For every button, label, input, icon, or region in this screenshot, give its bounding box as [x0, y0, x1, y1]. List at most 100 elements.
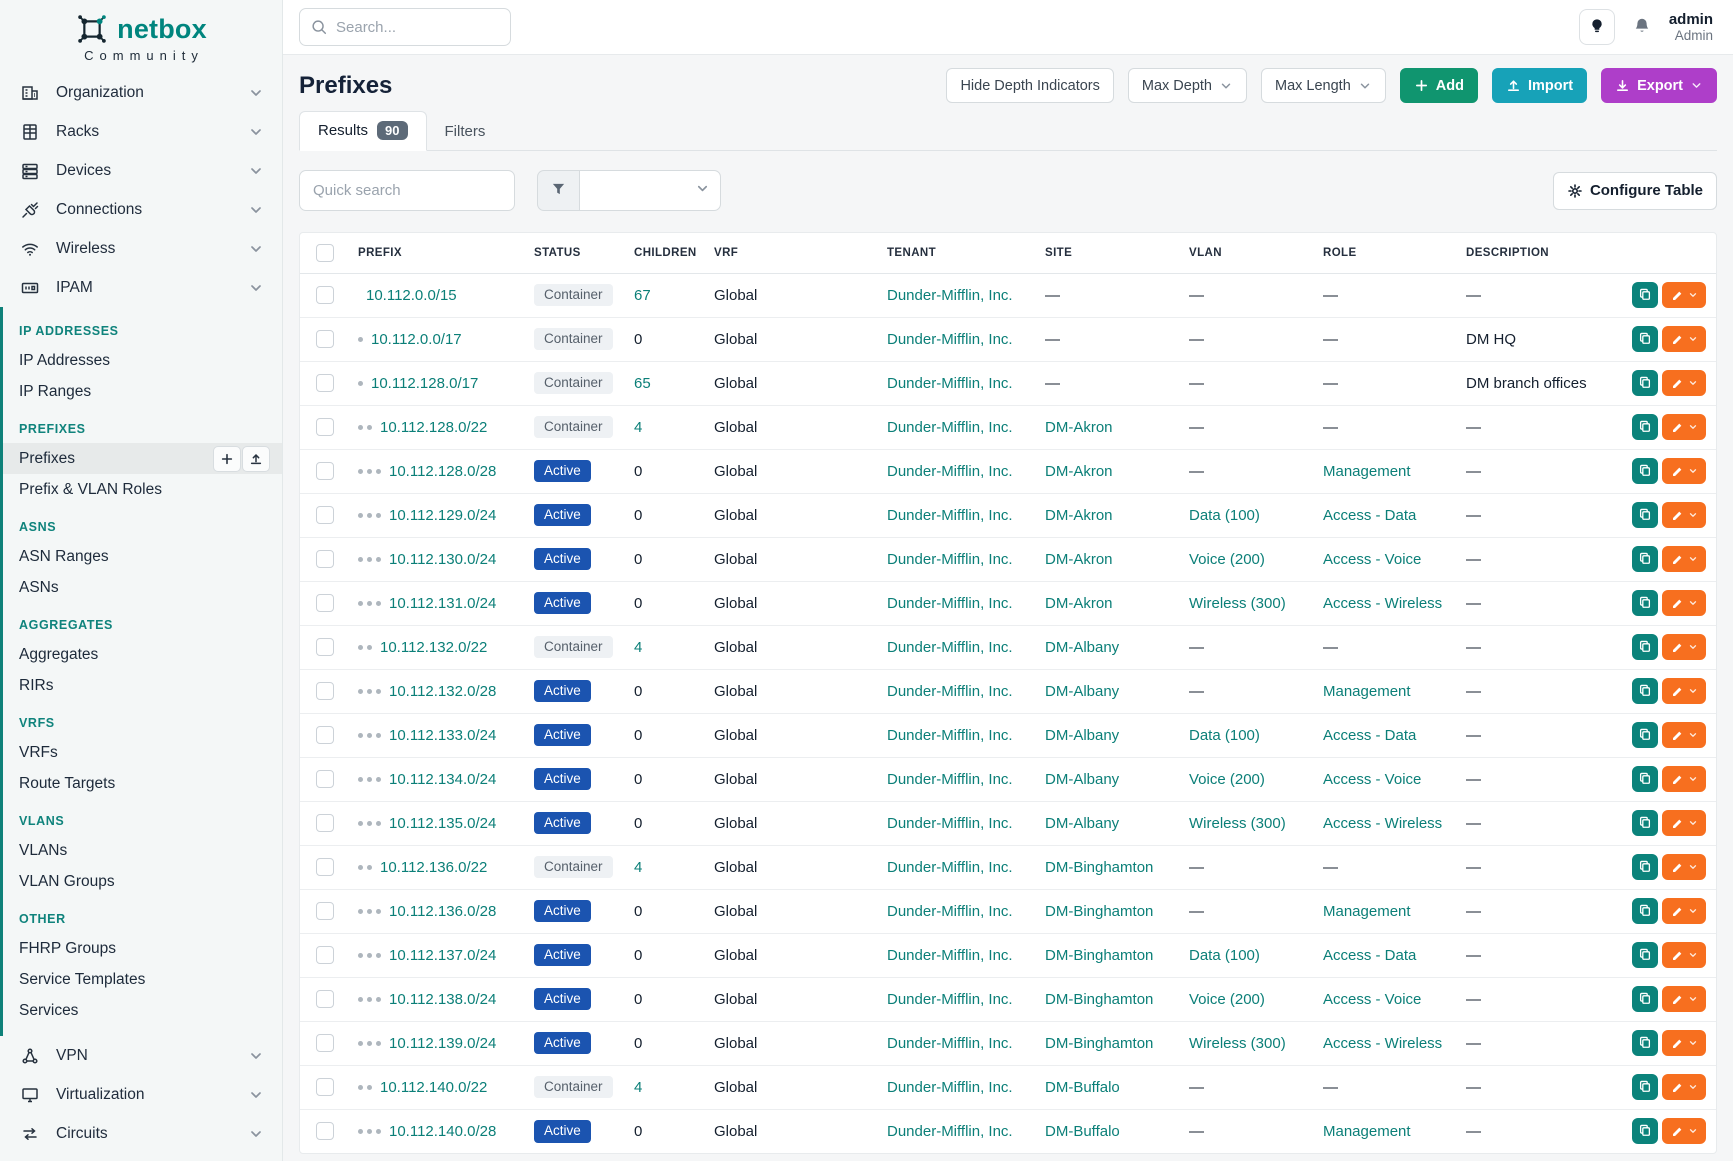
row-checkbox[interactable] — [316, 1034, 334, 1052]
vlan-value[interactable]: — — [1189, 1123, 1204, 1140]
children-count[interactable]: 65 — [634, 375, 651, 392]
vlan-value[interactable]: — — [1189, 859, 1204, 876]
prefix-link[interactable]: 10.112.140.0/22 — [380, 1079, 487, 1096]
site-value[interactable]: DM-Buffalo — [1045, 1079, 1120, 1096]
edit-button[interactable] — [1662, 370, 1706, 396]
tenant-link[interactable]: Dunder-Mifflin, Inc. — [887, 947, 1013, 964]
export-button[interactable]: Export — [1601, 68, 1717, 103]
prefix-link[interactable]: 10.112.136.0/22 — [380, 859, 487, 876]
prefix-link[interactable]: 10.112.132.0/28 — [389, 683, 496, 700]
sidebar-sub-item[interactable]: Services — [3, 995, 282, 1026]
sidebar-sub-item[interactable]: ASN Ranges — [3, 541, 282, 572]
col-site[interactable]: SITE — [1045, 233, 1189, 273]
row-checkbox[interactable] — [316, 594, 334, 612]
site-value[interactable]: DM-Binghamton — [1045, 859, 1153, 876]
tenant-link[interactable]: Dunder-Mifflin, Inc. — [887, 1123, 1013, 1140]
row-checkbox[interactable] — [316, 638, 334, 656]
prefix-link[interactable]: 10.112.0.0/15 — [366, 287, 457, 304]
tenant-link[interactable]: Dunder-Mifflin, Inc. — [887, 507, 1013, 524]
site-value[interactable]: DM-Binghamton — [1045, 947, 1153, 964]
import-quick-button[interactable] — [242, 446, 270, 472]
clone-button[interactable] — [1632, 1030, 1658, 1056]
select-all-checkbox[interactable] — [316, 244, 334, 262]
sidebar-sub-item[interactable]: VLANs — [3, 835, 282, 866]
row-checkbox[interactable] — [316, 506, 334, 524]
site-value[interactable]: DM-Albany — [1045, 683, 1119, 700]
row-checkbox[interactable] — [316, 990, 334, 1008]
sidebar-sub-item[interactable]: VLAN Groups — [3, 866, 282, 897]
clone-button[interactable] — [1632, 1118, 1658, 1144]
vlan-value[interactable]: — — [1189, 1079, 1204, 1096]
role-value[interactable]: Management — [1323, 1123, 1411, 1140]
children-count[interactable]: 0 — [634, 551, 642, 568]
clone-button[interactable] — [1632, 546, 1658, 572]
vlan-value[interactable]: Data (100) — [1189, 507, 1260, 524]
col-vlan[interactable]: VLAN — [1189, 233, 1323, 273]
role-value[interactable]: — — [1323, 859, 1338, 876]
vlan-value[interactable]: Voice (200) — [1189, 551, 1265, 568]
tenant-link[interactable]: Dunder-Mifflin, Inc. — [887, 771, 1013, 788]
edit-button[interactable] — [1662, 722, 1706, 748]
brand-logo[interactable]: netbox Community — [0, 0, 282, 73]
clone-button[interactable] — [1632, 1074, 1658, 1100]
vlan-value[interactable]: — — [1189, 287, 1204, 304]
edit-button[interactable] — [1662, 414, 1706, 440]
role-value[interactable]: Access - Voice — [1323, 991, 1421, 1008]
edit-button[interactable] — [1662, 1030, 1706, 1056]
prefix-link[interactable]: 10.112.129.0/24 — [389, 507, 496, 524]
row-checkbox[interactable] — [316, 1078, 334, 1096]
site-value[interactable]: DM-Akron — [1045, 419, 1113, 436]
clone-button[interactable] — [1632, 282, 1658, 308]
children-count[interactable]: 0 — [634, 463, 642, 480]
col-tenant[interactable]: TENANT — [887, 233, 1045, 273]
prefix-link[interactable]: 10.112.131.0/24 — [389, 595, 496, 612]
quick-search-input[interactable] — [299, 170, 515, 211]
prefix-link[interactable]: 10.112.0.0/17 — [371, 331, 462, 348]
tenant-link[interactable]: Dunder-Mifflin, Inc. — [887, 551, 1013, 568]
vlan-value[interactable]: Wireless (300) — [1189, 815, 1286, 832]
clone-button[interactable] — [1632, 634, 1658, 660]
sidebar-sub-item[interactable]: Aggregates — [3, 639, 282, 670]
vlan-value[interactable]: — — [1189, 375, 1204, 392]
edit-button[interactable] — [1662, 898, 1706, 924]
site-value[interactable]: DM-Albany — [1045, 815, 1119, 832]
site-value[interactable]: DM-Akron — [1045, 595, 1113, 612]
site-value[interactable]: DM-Binghamton — [1045, 903, 1153, 920]
sidebar-sub-item[interactable]: ASNs — [3, 572, 282, 603]
vlan-value[interactable]: — — [1189, 639, 1204, 656]
clone-button[interactable] — [1632, 986, 1658, 1012]
row-checkbox[interactable] — [316, 374, 334, 392]
import-button[interactable]: Import — [1492, 68, 1587, 103]
edit-button[interactable] — [1662, 1074, 1706, 1100]
prefix-link[interactable]: 10.112.140.0/28 — [389, 1123, 496, 1140]
add-button[interactable]: Add — [1400, 68, 1478, 103]
prefix-link[interactable]: 10.112.128.0/28 — [389, 463, 496, 480]
site-value[interactable]: DM-Albany — [1045, 639, 1119, 656]
children-count[interactable]: 0 — [634, 507, 642, 524]
sidebar-menu-item[interactable]: Connections — [0, 190, 282, 229]
role-value[interactable]: Access - Voice — [1323, 771, 1421, 788]
children-count[interactable]: 67 — [634, 287, 651, 304]
row-checkbox[interactable] — [316, 946, 334, 964]
edit-button[interactable] — [1662, 766, 1706, 792]
row-checkbox[interactable] — [316, 286, 334, 304]
children-count[interactable]: 0 — [634, 683, 642, 700]
vlan-value[interactable]: — — [1189, 331, 1204, 348]
vlan-value[interactable]: Data (100) — [1189, 727, 1260, 744]
vlan-value[interactable]: — — [1189, 463, 1204, 480]
prefix-link[interactable]: 10.112.128.0/22 — [380, 419, 487, 436]
children-count[interactable]: 0 — [634, 727, 642, 744]
role-value[interactable]: — — [1323, 1079, 1338, 1096]
role-value[interactable]: Management — [1323, 683, 1411, 700]
row-checkbox[interactable] — [316, 462, 334, 480]
site-value[interactable]: — — [1045, 331, 1060, 348]
role-value[interactable]: — — [1323, 287, 1338, 304]
filter-funnel-button[interactable] — [537, 170, 579, 211]
sidebar-menu-item[interactable]: IPAM — [0, 268, 282, 307]
vlan-value[interactable]: Voice (200) — [1189, 771, 1265, 788]
edit-button[interactable] — [1662, 678, 1706, 704]
clone-button[interactable] — [1632, 458, 1658, 484]
row-checkbox[interactable] — [316, 858, 334, 876]
max-depth-dropdown[interactable]: Max Depth — [1128, 68, 1247, 103]
row-checkbox[interactable] — [316, 814, 334, 832]
